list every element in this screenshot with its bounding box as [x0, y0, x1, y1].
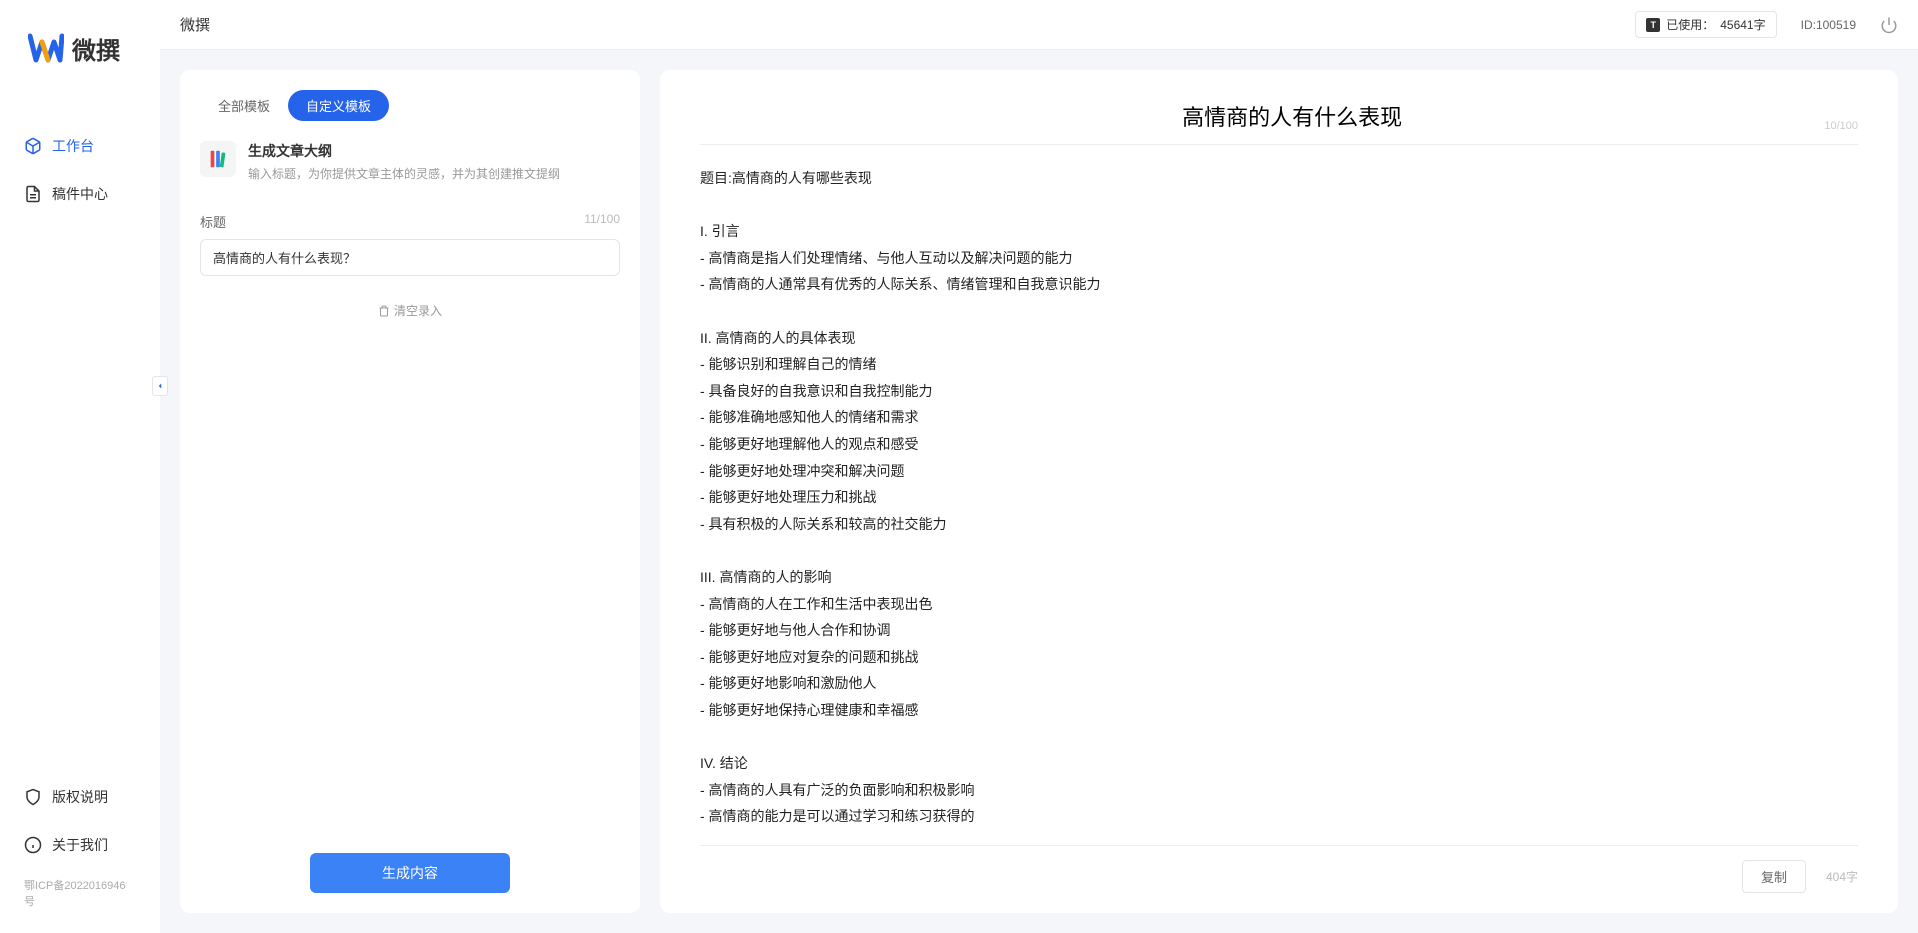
clear-input-button[interactable]: 清空录入	[372, 296, 448, 325]
sidebar-bottom: 版权说明 关于我们 鄂ICP备2022016946号	[0, 777, 160, 933]
power-icon[interactable]	[1880, 16, 1898, 34]
left-panel: 全部模板 自定义模板 生成文章大纲 输入标题，为你提供文章主体的灵感，并为其创建…	[180, 70, 640, 913]
nav-workspace[interactable]: 工作台	[0, 126, 160, 166]
info-icon	[24, 836, 42, 854]
char-count: 11/100	[584, 212, 620, 231]
topbar-right: T 已使用： 45641字 ID:100519	[1635, 11, 1898, 38]
nav-item-label: 稿件中心	[52, 184, 108, 204]
title-input[interactable]	[200, 239, 620, 276]
sidebar: 微撰 工作台 稿件中心 版权说明	[0, 0, 160, 933]
template-card: 生成文章大纲 输入标题，为你提供文章主体的灵感，并为其创建推文提纲	[180, 141, 640, 182]
usage-label: 已使用：	[1666, 16, 1714, 33]
output-title-count: 10/100	[1824, 120, 1858, 132]
usage-badge[interactable]: T 已使用： 45641字	[1635, 11, 1776, 38]
cube-icon	[24, 137, 42, 155]
trash-icon	[378, 305, 390, 317]
template-title: 生成文章大纲	[248, 141, 560, 161]
content: 全部模板 自定义模板 生成文章大纲 输入标题，为你提供文章主体的灵感，并为其创建…	[160, 50, 1918, 933]
logo: 微撰	[0, 30, 160, 66]
right-panel: 高情商的人有什么表现 10/100 题目:高情商的人有哪些表现 I. 引言 - …	[660, 70, 1898, 913]
main-area: 微撰 T 已使用： 45641字 ID:100519 全部模板 自定义模板	[160, 0, 1918, 933]
form-label: 标题	[200, 212, 226, 231]
clear-label: 清空录入	[394, 302, 442, 319]
output-body[interactable]: 题目:高情商的人有哪些表现 I. 引言 - 高情商是指人们处理情绪、与他人互动以…	[700, 165, 1858, 835]
nav-menu: 工作台 稿件中心	[0, 126, 160, 777]
form-header: 标题 11/100	[200, 212, 620, 231]
tab-custom-templates[interactable]: 自定义模板	[288, 90, 389, 121]
icp-link[interactable]: 鄂ICP备2022016946号	[0, 873, 160, 913]
nav-item-label: 版权说明	[52, 787, 108, 807]
template-info: 生成文章大纲 输入标题，为你提供文章主体的灵感，并为其创建推文提纲	[248, 141, 560, 182]
document-icon	[24, 185, 42, 203]
generate-button[interactable]: 生成内容	[310, 853, 510, 893]
nav-copyright[interactable]: 版权说明	[0, 777, 160, 817]
topbar: 微撰 T 已使用： 45641字 ID:100519	[160, 0, 1918, 50]
nav-item-label: 关于我们	[52, 835, 108, 855]
output-title: 高情商的人有什么表现	[760, 100, 1824, 132]
copy-button[interactable]: 复制	[1742, 860, 1806, 893]
usage-value: 45641字	[1720, 16, 1765, 33]
nav-item-label: 工作台	[52, 136, 94, 156]
user-id: ID:100519	[1801, 18, 1856, 32]
tab-all-templates[interactable]: 全部模板	[200, 90, 288, 121]
word-count: 404字	[1826, 868, 1858, 885]
books-icon	[207, 148, 229, 170]
logo-icon	[28, 30, 64, 66]
page-title: 微撰	[180, 14, 210, 35]
template-icon	[200, 141, 236, 177]
form-section: 标题 11/100 清空录入 生成内容	[180, 212, 640, 893]
output-header: 高情商的人有什么表现 10/100	[700, 100, 1858, 145]
chevron-left-icon	[155, 381, 165, 391]
tabs: 全部模板 自定义模板	[180, 90, 640, 121]
sidebar-collapse-button[interactable]	[152, 376, 168, 396]
text-icon: T	[1646, 18, 1660, 32]
shield-icon	[24, 788, 42, 806]
logo-text: 微撰	[72, 31, 120, 66]
nav-documents[interactable]: 稿件中心	[0, 174, 160, 214]
template-desc: 输入标题，为你提供文章主体的灵感，并为其创建推文提纲	[248, 165, 560, 182]
nav-about[interactable]: 关于我们	[0, 825, 160, 865]
output-footer: 复制 404字	[700, 845, 1858, 893]
